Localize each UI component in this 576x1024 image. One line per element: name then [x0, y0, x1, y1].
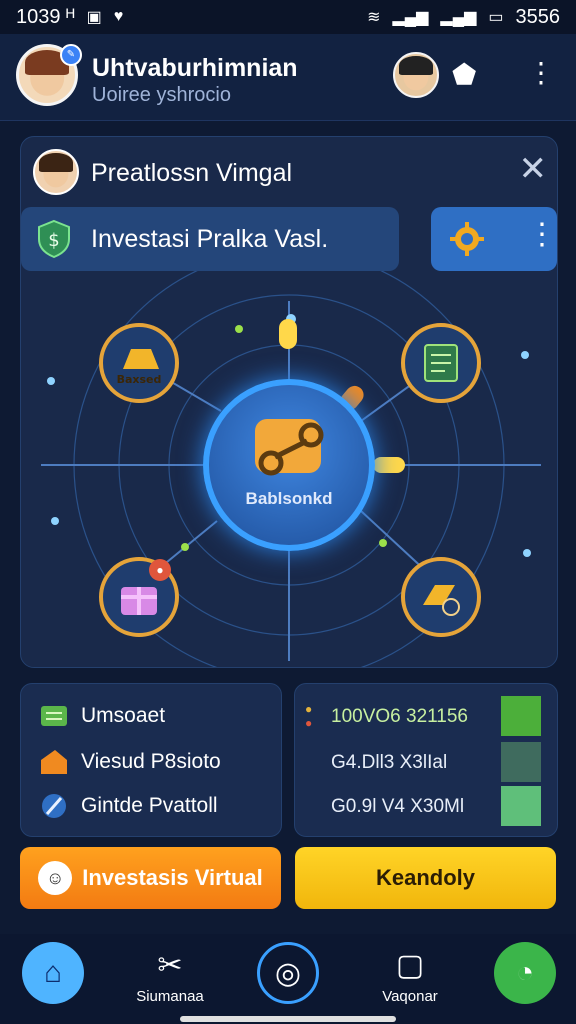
card-avatar-hair [39, 153, 73, 172]
app-title: Uhtvaburhimnian [92, 54, 298, 82]
nav-simulation[interactable]: ✂ Siumanaa [130, 942, 210, 1006]
nav-chat[interactable]: ◔ [494, 942, 556, 1004]
home-indicator [180, 1016, 396, 1022]
arrow-box-icon [41, 750, 67, 774]
stat-row-label: G4.Dll3 X3lIal [331, 752, 448, 773]
summary-panel: Umsoaet Viesud P8sioto Gintde Pvattoll [20, 683, 282, 837]
stat-row-label: G0.9l V4 X30Ml [331, 796, 465, 817]
card-title: Preatlossn Vimgal [91, 159, 293, 187]
investment-diagram: Baxsed ● Bablsonkd [21, 271, 557, 667]
more-icon[interactable]: ⋮ [527, 56, 555, 89]
status-time: 1039 ᴴ [16, 5, 75, 28]
summary-row[interactable]: Umsoaet [39, 702, 165, 730]
gold-bar-label: Baxsed [117, 373, 162, 386]
signal-icon-2: ▂▄▆ [440, 9, 477, 26]
document-node[interactable] [401, 323, 481, 403]
chain-wallet-icon [255, 419, 324, 476]
app-header: ✎ Uhtvaburhimnian Uoiree yshrocio ⬟ ⋮ [0, 34, 576, 121]
chat-icon: ◔ [494, 942, 556, 1004]
pen-icon [42, 794, 66, 818]
wifi-icon: ≋ [367, 9, 381, 26]
edit-badge-icon[interactable]: ✎ [60, 44, 82, 66]
nav-messages[interactable]: ▢ Vaqonar [370, 942, 450, 1006]
target-icon: ◎ [257, 942, 319, 1004]
gold-coin-icon [423, 585, 460, 616]
friend-avatar[interactable] [393, 52, 439, 98]
summary-row-label: Gintde Pvattoll [81, 794, 218, 817]
secondary-button-label: Keandoly [375, 865, 476, 890]
settings-toolbar[interactable]: ⋮ [431, 207, 557, 271]
app-subtitle: Uoiree yshrocio [92, 84, 231, 106]
summary-row[interactable]: Viesud P8sioto [39, 748, 221, 776]
gift-node[interactable]: ● [99, 557, 179, 637]
nav-home[interactable]: ⌂ [22, 942, 84, 1004]
central-hub[interactable]: Bablsonkd [203, 379, 375, 551]
investment-label: Investasi Pralka Vasl. [91, 225, 329, 253]
message-icon: ▢ [395, 948, 425, 982]
shield-dollar-icon: $ [38, 219, 70, 259]
stat-swatch [501, 786, 541, 826]
close-icon[interactable]: ✕ [519, 149, 548, 189]
alert-dot-icon: ● [305, 716, 313, 730]
invest-virtual-button[interactable]: ☺ Investasis Virtual [20, 847, 281, 909]
notification-badge-icon: ● [149, 559, 171, 581]
status-bar: 1039 ᴴ ▣ ♥ ≋ ▂▄▆ ▂▄▆ ▭ 3556 [0, 0, 576, 34]
investment-card: Preatlossn Vimgal ✕ $ Investasi Pralka V… [20, 136, 558, 668]
hub-label: Bablsonkd [245, 489, 333, 508]
stat-swatch [501, 742, 541, 782]
summary-row-label: Umsoaet [81, 704, 166, 727]
home-shape-icon[interactable]: ⬟ [452, 58, 476, 91]
home-icon[interactable]: ⌂ [22, 942, 84, 1004]
wallet-icon [41, 706, 67, 726]
status-clock: 3556 [515, 5, 561, 28]
shield-status-icon: ♥ [113, 8, 124, 25]
gold-bar-icon: Baxsed [117, 349, 162, 386]
card-avatar [33, 149, 79, 195]
screenshot-icon: ▣ [86, 9, 102, 26]
svg-text:$: $ [48, 230, 59, 251]
gear-icon[interactable] [449, 221, 485, 257]
stat-row-label: 100VO6 321156 [331, 706, 468, 727]
summary-row-label: Viesud P8sioto [81, 750, 221, 773]
gold-bar-node[interactable]: Baxsed [99, 323, 179, 403]
bottom-nav: ⌂ ✂ Siumanaa ◎ ▢ Vaqonar ◔ [0, 934, 576, 1024]
signal-icon: ▂▄▆ [392, 9, 429, 26]
stat-swatch [501, 696, 541, 736]
chat-bubble-icon: ☺ [38, 861, 73, 895]
toolbar-more-icon[interactable]: ⋮ [527, 217, 557, 252]
nav-center[interactable]: ◎ [257, 942, 319, 1004]
summary-row[interactable]: Gintde Pvattoll [39, 792, 218, 820]
invest-virtual-label: Investasis Virtual [82, 865, 263, 890]
investment-bar[interactable]: $ Investasi Pralka Vasl. [21, 207, 399, 271]
secondary-button[interactable]: Keandoly [295, 847, 556, 909]
stats-panel: ● ● 100VO6 321156 G4.Dll3 X3lIal G0.9l V… [294, 683, 558, 837]
gift-box-icon [121, 587, 157, 615]
nav-label: Vaqonar [382, 988, 438, 1005]
tools-icon: ✂ [157, 948, 183, 982]
gold-coin-node[interactable] [401, 557, 481, 637]
status-dot-icon: ● [305, 702, 313, 716]
friend-hair [399, 56, 433, 75]
document-icon [424, 344, 458, 382]
nav-label: Siumanaa [136, 988, 204, 1005]
battery-icon: ▭ [488, 9, 504, 26]
